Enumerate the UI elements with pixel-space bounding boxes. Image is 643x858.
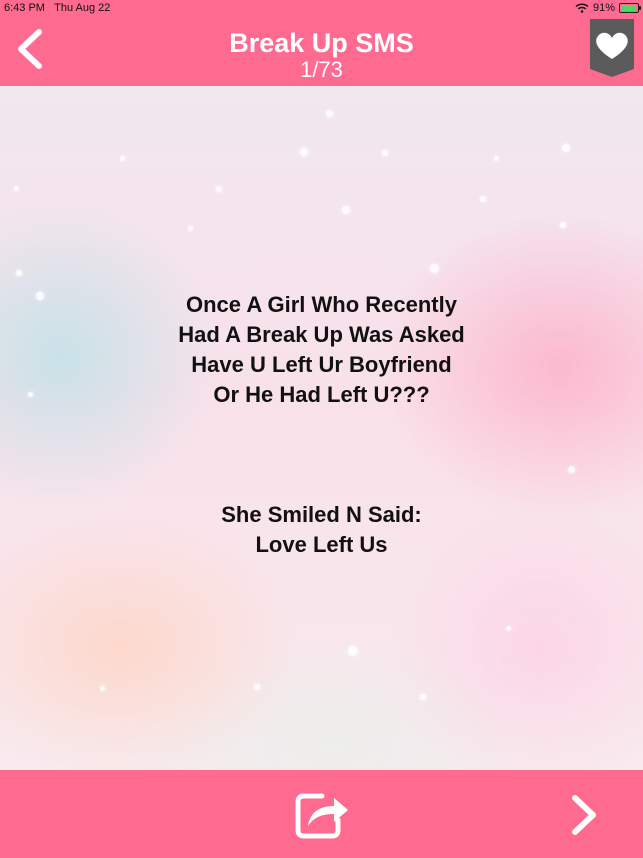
status-date: Thu Aug 22 <box>54 2 111 14</box>
message-counter: 1/73 <box>300 57 343 82</box>
sparkle <box>300 148 308 156</box>
page-title: Break Up SMS <box>229 28 414 58</box>
wifi-icon <box>575 3 589 13</box>
sparkle <box>420 694 426 700</box>
header-bar: 6:43 PM Thu Aug 22 91% Break Up SMS 1/73 <box>0 0 643 86</box>
message-line: Love Left Us <box>255 532 388 557</box>
status-indicators: 91% <box>575 2 641 14</box>
sms-message: Once A Girl Who Recently Had A Break Up … <box>60 290 583 560</box>
battery-fill <box>621 5 636 11</box>
status-time-date: 6:43 PM Thu Aug 22 <box>4 2 110 14</box>
sparkle <box>430 264 439 273</box>
next-button[interactable] <box>566 792 602 838</box>
sparkle <box>28 392 33 397</box>
message-line: Or He Had Left U??? <box>213 382 430 407</box>
message-line: She Smiled N Said: <box>221 502 422 527</box>
sparkle <box>216 186 222 192</box>
sparkle <box>506 626 511 631</box>
sparkle <box>562 144 570 152</box>
chevron-right-icon <box>572 795 596 835</box>
sparkle <box>36 292 44 300</box>
sparkle <box>382 150 388 156</box>
battery-icon <box>619 3 641 13</box>
share-icon <box>295 793 348 839</box>
share-button[interactable] <box>292 786 352 842</box>
message-line: Have U Left Ur Boyfriend <box>191 352 452 377</box>
status-bar: 6:43 PM Thu Aug 22 91% <box>0 0 643 18</box>
sparkle <box>16 270 22 276</box>
sparkle <box>100 686 105 691</box>
message-line: Once A Girl Who Recently <box>186 292 457 317</box>
sparkle <box>326 110 333 117</box>
sparkle <box>342 206 350 214</box>
sparkle <box>348 646 358 656</box>
battery-percentage: 91% <box>592 2 615 14</box>
message-line: Had A Break Up Was Asked <box>178 322 465 347</box>
sparkle <box>480 196 486 202</box>
app-screen: 6:43 PM Thu Aug 22 91% Break Up SMS 1/73 <box>0 0 643 858</box>
status-time: 6:43 PM <box>4 2 45 14</box>
sparkle <box>120 156 125 161</box>
sparkle <box>14 186 19 191</box>
sparkle <box>254 684 260 690</box>
sparkle <box>494 156 499 161</box>
sparkle <box>560 222 566 228</box>
sparkle <box>188 226 193 231</box>
favorite-button[interactable] <box>588 19 636 77</box>
heart-icon <box>590 19 634 77</box>
